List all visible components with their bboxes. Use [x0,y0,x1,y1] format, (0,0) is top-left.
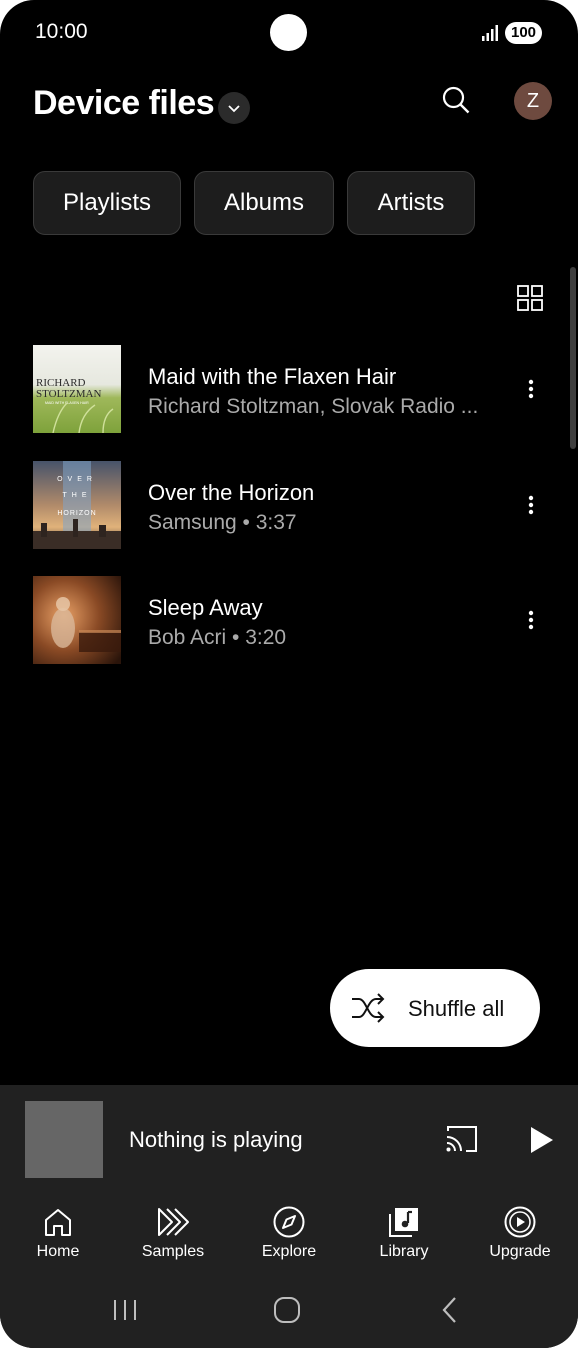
system-back-button[interactable] [429,1293,469,1327]
more-vertical-icon [528,379,534,399]
signal-icon [482,25,498,41]
chip-albums[interactable]: Albums [194,171,334,235]
page-title: Device files [33,84,215,122]
song-title: Sleep Away [148,595,263,620]
system-recents-button[interactable] [105,1293,145,1327]
more-options-button[interactable] [518,372,544,406]
song-row[interactable]: OVER THE HORIZON Over the Horizon Samsun… [0,461,578,553]
album-art [33,576,121,664]
grid-icon [517,285,543,311]
album-art-sleep-away [33,576,121,664]
grid-view-button[interactable] [514,282,546,314]
album-art: OVER THE HORIZON [33,461,121,549]
art-text-horizon: HORIZON [57,510,96,517]
nav-explore-label: Explore [261,1243,317,1260]
song-subtitle: Bob Acri • 3:20 [148,626,287,649]
cast-icon[interactable] [444,1123,480,1155]
library-icon [389,1208,418,1237]
chevron-down-icon [228,105,240,113]
camera-cutout [270,14,307,51]
account-avatar[interactable]: Z [514,82,552,120]
more-vertical-icon [528,610,534,630]
compass-icon [273,1206,305,1238]
status-time: 10:00 [35,20,88,43]
nav-upgrade[interactable]: Upgrade [465,1203,575,1273]
mini-player-art [25,1101,103,1178]
nav-upgrade-label: Upgrade [489,1243,551,1260]
album-art-richard-stoltzman: RICHARD STOLTZMAN MAID WITH FLAXEN HAIR [33,345,121,433]
song-subtitle: Richard Stoltzman, Slovak Radio ... [148,395,479,418]
shuffle-all-button[interactable]: Shuffle all [330,969,540,1047]
art-text-stoltzman: STOLTZMAN [36,388,101,400]
now-playing-label: Nothing is playing [129,1127,303,1152]
bottom-navigation: Home Samples Explore Library Upgrade [0,1195,578,1348]
art-text-over: OVER [57,476,97,483]
chip-playlists[interactable]: Playlists [33,171,181,235]
recents-icon [114,1300,136,1320]
shuffle-all-label: Shuffle all [408,996,505,1021]
song-title: Maid with the Flaxen Hair [148,364,397,389]
nav-samples-label: Samples [141,1243,205,1260]
back-icon [442,1297,456,1323]
song-title: Over the Horizon [148,480,315,505]
art-text-the: THE [63,492,92,499]
nav-samples[interactable]: Samples [118,1203,228,1273]
chip-artists[interactable]: Artists [347,171,475,235]
home-icon [45,1209,71,1236]
title-dropdown-button[interactable] [218,92,250,124]
song-subtitle: Samsung • 3:37 [148,511,297,534]
nav-library-label: Library [379,1243,429,1260]
nav-home[interactable]: Home [3,1203,113,1273]
song-row[interactable]: RICHARD STOLTZMAN MAID WITH FLAXEN HAIR … [0,345,578,437]
nav-explore[interactable]: Explore [234,1203,344,1273]
search-icon [442,86,470,114]
battery-indicator: 100 [505,22,542,44]
more-vertical-icon [528,495,534,515]
play-icon[interactable] [524,1123,558,1157]
album-art: RICHARD STOLTZMAN MAID WITH FLAXEN HAIR [33,345,121,433]
nav-home-label: Home [36,1243,80,1260]
search-button[interactable] [436,80,476,120]
album-art-over-the-horizon: OVER THE HORIZON [33,461,121,549]
song-row[interactable]: Sleep Away Bob Acri • 3:20 [0,576,578,668]
more-options-button[interactable] [518,488,544,522]
home-circle-icon [274,1297,300,1323]
upgrade-icon [504,1206,536,1238]
samples-icon [158,1208,189,1236]
shuffle-icon [352,993,385,1023]
phone-screen: 10:00 100 Device files Z Playlists Album… [0,0,578,1348]
more-options-button[interactable] [518,603,544,637]
mini-player[interactable]: Nothing is playing [0,1085,578,1195]
system-home-button[interactable] [267,1293,307,1327]
art-text-maid: MAID WITH FLAXEN HAIR [45,401,89,405]
nav-library[interactable]: Library [349,1203,459,1273]
